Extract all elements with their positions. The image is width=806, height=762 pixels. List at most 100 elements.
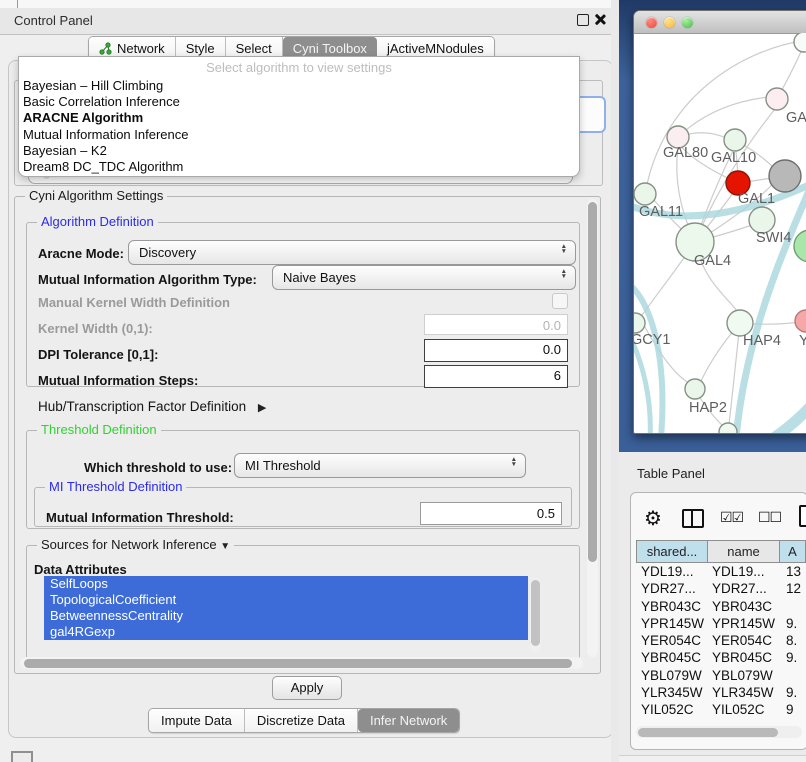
network-node-pink-right[interactable] bbox=[795, 310, 806, 332]
network-edge[interactable] bbox=[769, 378, 806, 433]
table-cell: YER054C bbox=[712, 632, 772, 649]
data-attributes-list: SelfLoopsTopologicalCoefficientBetweenne… bbox=[44, 576, 528, 654]
split-pane-icon[interactable] bbox=[682, 509, 704, 528]
tab-impute-data[interactable]: Impute Data bbox=[149, 709, 245, 732]
attribute-item[interactable]: gal4RGexp bbox=[44, 624, 528, 640]
algorithm-dropdown-popup: Select algorithm to view settings Bayesi… bbox=[18, 56, 580, 177]
unchecked-columns-icon[interactable]: ☐☐ bbox=[758, 509, 781, 526]
panel-splitter[interactable] bbox=[611, 0, 619, 762]
algorithm-option[interactable]: Dream8 DC_TDC Algorithm bbox=[19, 159, 579, 175]
table-row[interactable]: YDL19...YDL19...13 bbox=[636, 563, 806, 580]
table-row[interactable]: YBL079WYBL079W bbox=[636, 667, 806, 684]
column-header-name[interactable]: name bbox=[707, 540, 779, 563]
algorithm-option[interactable]: Basic Correlation Inference bbox=[19, 94, 579, 110]
table-cell: 9. bbox=[786, 615, 797, 632]
network-node-gray-node[interactable] bbox=[769, 160, 801, 192]
manual-kernel-checkbox[interactable] bbox=[552, 293, 568, 309]
table-cell: YBR045C bbox=[712, 649, 772, 666]
kernel-width-field[interactable]: 0.0 bbox=[424, 314, 568, 335]
network-node-gal10[interactable] bbox=[724, 129, 746, 151]
mi-type-value: Naive Bayes bbox=[283, 270, 356, 285]
network-node-gcy1[interactable] bbox=[634, 313, 645, 333]
algorithm-definition-legend: Algorithm Definition bbox=[37, 214, 158, 229]
network-canvas[interactable]: GALGAL80GAL10GAL1GAL11SWI4GAL4GCY1HAP4YH… bbox=[634, 33, 806, 433]
minimize-traffic-light[interactable] bbox=[664, 17, 675, 28]
dpi-tolerance-label: DPI Tolerance [0,1]: bbox=[38, 347, 158, 362]
algorithm-list: Bayesian – Hill ClimbingBasic Correlatio… bbox=[19, 78, 579, 175]
table-row[interactable]: YBR045CYBR045C9. bbox=[636, 649, 806, 666]
attribute-item[interactable]: SelfLoops bbox=[44, 576, 528, 592]
aracne-mode-label: Aracne Mode: bbox=[38, 246, 124, 261]
which-threshold-value: MI Threshold bbox=[245, 458, 321, 473]
table-cell: 9. bbox=[786, 684, 797, 701]
close-traffic-light[interactable] bbox=[646, 17, 657, 28]
attribute-item[interactable]: BetweennessCentrality bbox=[44, 608, 528, 624]
hub-definition-toggle[interactable]: Hub/Transcription Factor Definition ▶ bbox=[38, 399, 266, 414]
stepper-icon: ▲▼ bbox=[511, 457, 517, 467]
control-panel-titlebar bbox=[0, 8, 620, 35]
mi-steps-field[interactable]: 6 bbox=[424, 365, 568, 388]
top-tick bbox=[17, 0, 18, 8]
network-node-green-right[interactable] bbox=[794, 230, 806, 262]
attributes-scrollbar-thumb[interactable] bbox=[531, 580, 540, 646]
table-row[interactable]: YBR043CYBR043C bbox=[636, 598, 806, 615]
table-cell: YLR345W bbox=[712, 684, 774, 701]
network-node-gal11[interactable] bbox=[634, 183, 656, 205]
table-row[interactable]: YDR27... YDR27... 12 bbox=[636, 580, 806, 597]
mi-type-combo[interactable]: Naive Bayes ▲▼ bbox=[272, 265, 576, 290]
document-icon[interactable] bbox=[799, 505, 806, 527]
table-horizontal-scrollbar-thumb[interactable] bbox=[638, 728, 778, 737]
column-header-partial[interactable]: A bbox=[779, 540, 806, 563]
stepper-icon: ▲▼ bbox=[561, 244, 567, 254]
network-node-label: HAP4 bbox=[743, 333, 781, 349]
network-window-titlebar[interactable] bbox=[634, 11, 806, 34]
mi-threshold-label: Mutual Information Threshold: bbox=[46, 510, 234, 525]
table-row[interactable]: YPR145WYPR145W9. bbox=[636, 615, 806, 632]
dpi-tolerance-field[interactable]: 0.0 bbox=[424, 339, 568, 362]
network-node-label: SWI4 bbox=[756, 230, 791, 246]
network-node-label: GAL4 bbox=[694, 253, 731, 269]
collapsed-arrow-icon: ▶ bbox=[258, 401, 266, 414]
which-threshold-combo[interactable]: MI Threshold ▲▼ bbox=[234, 453, 526, 478]
aracne-mode-combo[interactable]: Discovery ▲▼ bbox=[128, 240, 576, 265]
network-edge[interactable] bbox=[634, 333, 650, 433]
settings-horizontal-scrollbar-thumb[interactable] bbox=[24, 659, 572, 668]
algorithm-option[interactable]: ARACNE Algorithm bbox=[19, 110, 579, 126]
network-node-hap2[interactable] bbox=[685, 379, 705, 399]
settings-vertical-scrollbar-thumb[interactable] bbox=[588, 202, 597, 562]
table-cell: 9 bbox=[786, 701, 794, 718]
screen: Control Panel Network Style Select Cyni … bbox=[0, 0, 806, 762]
algorithm-option[interactable]: Bayesian – K2 bbox=[19, 143, 579, 159]
network-edge[interactable] bbox=[640, 318, 692, 385]
float-window-icon[interactable] bbox=[577, 14, 589, 26]
gear-icon[interactable]: ⚙ bbox=[644, 506, 662, 531]
network-edge[interactable] bbox=[678, 97, 769, 137]
close-icon[interactable] bbox=[594, 13, 606, 25]
tab-infer-network[interactable]: Infer Network bbox=[358, 709, 459, 732]
sources-legend[interactable]: Sources for Network Inference ▼ bbox=[37, 537, 234, 552]
threshold-definition-legend: Threshold Definition bbox=[37, 422, 161, 437]
apply-button[interactable]: Apply bbox=[272, 676, 342, 700]
table-row[interactable]: YIL052CYIL052C9 bbox=[636, 701, 806, 718]
table-cell: YPR145W bbox=[712, 615, 775, 632]
tab-discretize-data[interactable]: Discretize Data bbox=[245, 709, 358, 732]
top-strip bbox=[0, 0, 620, 8]
dock-panel-icon[interactable] bbox=[11, 751, 33, 762]
control-panel-title: Control Panel bbox=[14, 13, 93, 28]
algorithm-option[interactable]: Mutual Information Inference bbox=[19, 127, 579, 143]
algorithm-option[interactable]: Bayesian – Hill Climbing bbox=[19, 78, 579, 94]
table-cell: YDR27... bbox=[641, 580, 696, 597]
table-row[interactable]: YLR345WYLR345W9. bbox=[636, 684, 806, 701]
mi-threshold-field[interactable]: 0.5 bbox=[420, 502, 562, 525]
table-cell: YBR043C bbox=[712, 598, 772, 615]
network-node-top-partial[interactable] bbox=[794, 33, 806, 52]
network-node-gal7[interactable] bbox=[766, 88, 788, 110]
table-cell: YDR27... bbox=[712, 580, 767, 597]
zoom-traffic-light[interactable] bbox=[682, 17, 693, 28]
checked-columns-icon[interactable]: ☑☑ bbox=[720, 509, 743, 526]
column-header-shared[interactable]: shared... bbox=[636, 540, 707, 563]
attribute-item[interactable]: TopologicalCoefficient bbox=[44, 592, 528, 608]
network-tab-icon bbox=[99, 42, 112, 55]
table-cell: 12 bbox=[786, 580, 801, 597]
table-row[interactable]: YER054CYER054C8. bbox=[636, 632, 806, 649]
